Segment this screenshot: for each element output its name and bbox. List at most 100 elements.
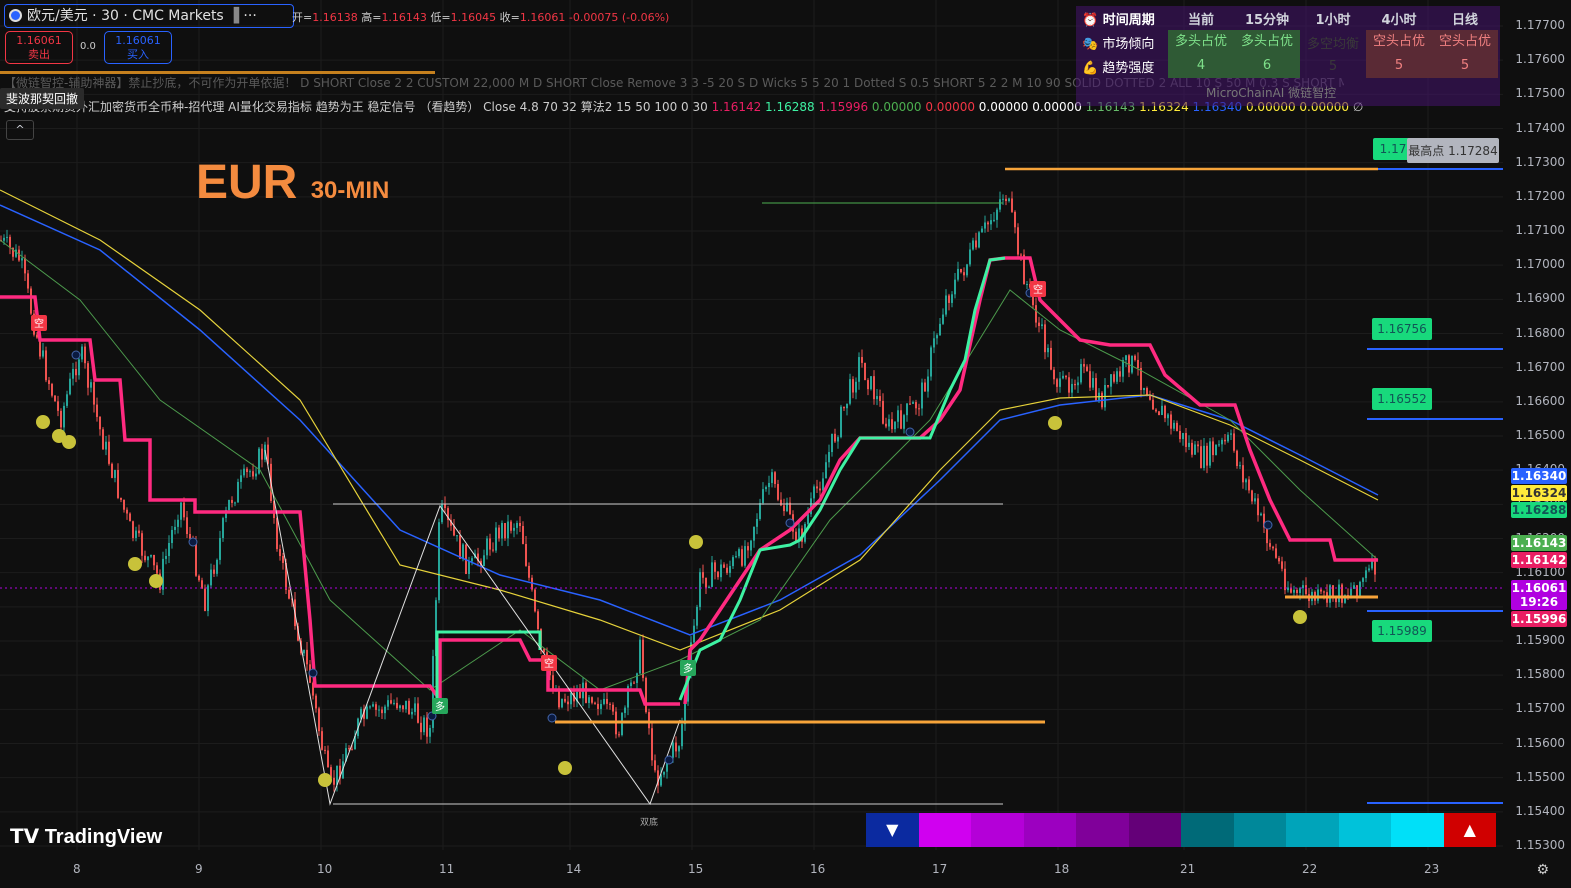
signal-dot: [1048, 416, 1062, 430]
short-signal-label: 空: [34, 317, 44, 330]
candle: [315, 695, 317, 709]
candle: [1206, 445, 1208, 466]
candle: [507, 521, 509, 539]
sell-button[interactable]: 1.16061 卖出: [5, 31, 73, 64]
candle: [1266, 527, 1268, 544]
candle: [105, 441, 107, 450]
candle: [516, 522, 518, 528]
candle: [1368, 568, 1370, 571]
candle: [1164, 405, 1166, 419]
candle: [471, 558, 473, 562]
candle: [594, 702, 596, 704]
price-tag: 1.16288: [1511, 502, 1567, 518]
candle: [612, 704, 614, 712]
candle: [1155, 409, 1157, 412]
price-axis[interactable]: 1.17700 1.17600 1.17500 1.17400 1.17300 1.172…: [1503, 0, 1571, 888]
indicator-value: 0.00000: [925, 100, 979, 114]
candle: [42, 350, 44, 357]
candle: [132, 521, 134, 538]
candle: [762, 489, 764, 504]
candle: [369, 706, 371, 708]
candle: [510, 521, 512, 531]
candle: [729, 566, 731, 573]
candle: [930, 347, 932, 377]
candle: [318, 708, 320, 732]
tradingview-logo[interactable]: 𝗧𝗩 TradingView: [10, 824, 162, 849]
signal-dot: [1293, 610, 1307, 624]
candle: [57, 401, 59, 411]
candle: [900, 410, 902, 429]
candle: [1050, 347, 1052, 370]
candle: [633, 682, 635, 684]
candle: [834, 433, 836, 442]
more-icon[interactable]: ···: [243, 8, 256, 24]
candle: [87, 363, 89, 388]
high-point-tag: 最高点 1.17284: [1407, 138, 1499, 163]
fibonacci-retracement-label[interactable]: 斐波那契回撤: [0, 88, 85, 109]
symbol-name: 欧元/美元 · 30 · CMC Markets: [27, 8, 224, 24]
indicator-value: 1.16288: [765, 100, 819, 114]
candle: [198, 575, 200, 581]
candle: [750, 540, 752, 551]
trend-table: ⏰ 时间周期 当前 15分钟 1小时 4小时 日线 🎭 市场倾向 多头占优 多头占优 多空均衡空…: [1076, 6, 1500, 106]
candle: [1002, 198, 1004, 200]
price-tick: 1.15500: [1515, 769, 1565, 784]
candle: [351, 748, 353, 750]
candle: [417, 703, 419, 723]
candle: [1239, 465, 1241, 467]
candle: [921, 382, 923, 409]
candle: [1056, 379, 1058, 387]
price-tick: 1.17500: [1515, 86, 1565, 101]
candle: [951, 294, 953, 303]
candle: [84, 346, 86, 364]
candle: [162, 558, 164, 590]
price-tag: 1.16324: [1511, 485, 1567, 501]
candle: [147, 556, 149, 561]
candle: [1269, 543, 1271, 547]
candle: [1260, 513, 1262, 516]
candle: [372, 704, 374, 707]
candle: [501, 522, 503, 539]
candle: [93, 382, 95, 405]
candle: [591, 697, 593, 703]
candle: [366, 706, 368, 719]
candle: [1068, 377, 1070, 393]
candle: [621, 712, 623, 735]
candle: [1317, 589, 1319, 601]
candle: [1257, 498, 1259, 516]
candle: [120, 497, 122, 500]
candle: [396, 702, 398, 709]
candle: [537, 611, 539, 630]
candle: [1221, 439, 1223, 445]
candle: [564, 698, 566, 702]
candle: [753, 526, 755, 541]
collapse-legend-button[interactable]: ^: [6, 120, 34, 140]
candle: [567, 701, 569, 705]
candle: [117, 469, 119, 498]
candle: [1293, 589, 1295, 593]
candle: [522, 526, 524, 544]
up-arrow-icon: ▲: [1443, 813, 1496, 847]
time-tick: 18: [1054, 862, 1070, 876]
price-tick: 1.17300: [1515, 154, 1565, 169]
candle: [408, 700, 410, 715]
candle: [843, 406, 845, 409]
candle: [738, 549, 740, 557]
candle: [579, 691, 581, 699]
candle: [519, 522, 521, 527]
buy-button[interactable]: 1.16061 买入: [104, 31, 172, 64]
price-tick: 1.15900: [1515, 633, 1565, 647]
candle: [108, 441, 110, 464]
candle: [732, 557, 734, 567]
price-chart[interactable]: 空空空多多: [0, 0, 1503, 888]
candle: [831, 433, 833, 453]
candle: [1254, 498, 1256, 502]
symbol-selector[interactable]: 欧元/美元 · 30 · CMC Markets ▐ ···: [4, 4, 294, 28]
candle: [825, 462, 827, 479]
candle: [651, 728, 653, 761]
candle: [324, 749, 326, 751]
candle: [195, 541, 197, 576]
candle: [1218, 444, 1220, 446]
settings-icon[interactable]: ⚙: [1536, 862, 1549, 878]
candle: [807, 514, 809, 525]
